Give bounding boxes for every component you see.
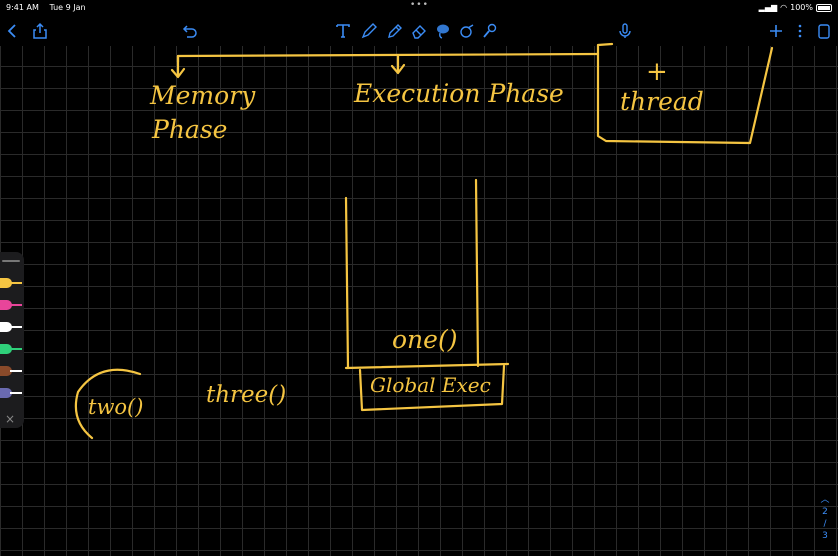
back-chevron-icon[interactable] (3, 20, 23, 42)
pen-yellow[interactable] (0, 278, 22, 288)
battery-percent: 100% (790, 3, 813, 12)
note-canvas[interactable] (0, 46, 838, 556)
status-bar: 9:41 AM Tue 9 Jan ••• ▂▄▆ ◠ 100% (0, 0, 838, 14)
battery-icon (816, 3, 832, 12)
eraser-tool-icon[interactable] (409, 20, 429, 42)
close-palette-icon[interactable]: × (5, 412, 15, 426)
pen-tool-icon[interactable] (359, 20, 379, 42)
text-tool-icon[interactable] (333, 20, 353, 42)
microphone-icon[interactable] (615, 20, 635, 42)
add-icon[interactable] (766, 20, 786, 42)
pen-palette: × (0, 252, 24, 428)
toolbar (0, 16, 838, 46)
total-pages: 3 (822, 531, 828, 541)
signal-icon: ▂▄▆ (758, 3, 778, 12)
status-date: Tue 9 Jan (49, 3, 86, 12)
page-separator: / (823, 519, 827, 529)
wifi-icon: ◠ (780, 3, 788, 12)
laser-pointer-icon[interactable] (480, 20, 500, 42)
pages-icon[interactable] (814, 20, 834, 42)
more-icon[interactable] (790, 20, 810, 42)
pen-pink[interactable] (0, 300, 22, 310)
current-page: 2 (822, 507, 828, 517)
palette-handle[interactable] (2, 260, 20, 262)
highlighter-tool-icon[interactable] (385, 20, 405, 42)
pen-white[interactable] (0, 322, 22, 332)
shape-tool-icon[interactable] (457, 20, 477, 42)
share-icon[interactable] (30, 20, 50, 42)
lasso-tool-icon[interactable] (433, 20, 453, 42)
multitasking-dots[interactable]: ••• (410, 0, 429, 10)
page-up-icon[interactable]: ︿ (818, 494, 832, 506)
status-time: 9:41 AM (6, 3, 39, 12)
pen-green[interactable] (0, 344, 22, 354)
page-indicator: ︿ 2 / 3 (818, 494, 832, 542)
undo-icon[interactable] (180, 20, 200, 42)
pen-purple[interactable] (0, 388, 22, 398)
pen-brown[interactable] (0, 366, 22, 376)
